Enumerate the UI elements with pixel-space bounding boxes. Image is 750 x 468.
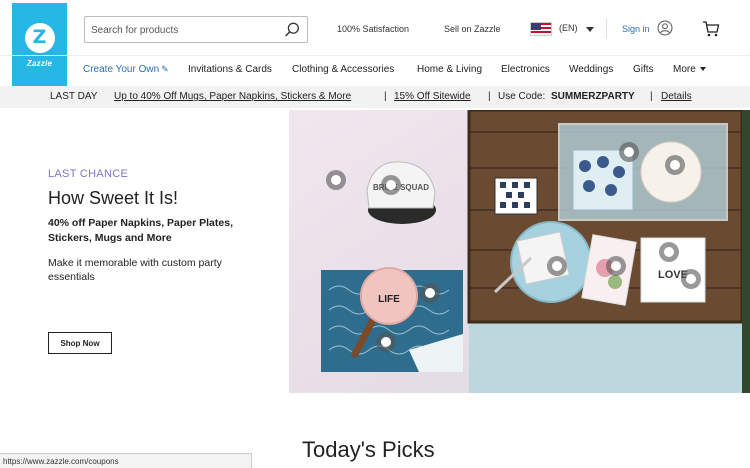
hotspot-icon[interactable]	[665, 155, 685, 175]
search-bar	[84, 16, 308, 43]
us-flag-icon[interactable]	[530, 22, 552, 36]
hotspot-icon[interactable]	[420, 283, 440, 303]
user-icon[interactable]	[657, 20, 673, 36]
party-products-photo: LOVE BRIDE SQUAD LIFE	[289, 110, 742, 393]
category-nav: Create Your Own ✎ Invitations & Cards Clo…	[0, 55, 750, 82]
hotspot-icon[interactable]	[376, 332, 396, 352]
cart-icon[interactable]	[702, 20, 720, 38]
promo-details-link[interactable]: Details	[661, 91, 692, 102]
promo-code: SUMMERZPARTY	[551, 91, 635, 102]
hero-subtitle: 40% off Paper Napkins, Paper Plates, Sti…	[48, 217, 233, 244]
hotspot-icon[interactable]	[606, 256, 626, 276]
search-input[interactable]	[91, 21, 281, 39]
nav-gifts[interactable]: Gifts	[633, 64, 654, 75]
hotspot-icon[interactable]	[681, 269, 701, 289]
sell-link[interactable]: Sell on Zazzle	[444, 24, 501, 34]
section-title: Today's Picks	[302, 437, 435, 462]
promo-offer-link[interactable]: Up to 40% Off Mugs, Paper Napkins, Stick…	[114, 91, 351, 102]
nav-create-your-own[interactable]: Create Your Own ✎	[83, 64, 169, 75]
hotspot-icon[interactable]	[659, 242, 679, 262]
promo-code-label: Use Code:	[498, 91, 546, 102]
promo-separator: |	[384, 91, 387, 102]
logo-mark: Z	[24, 22, 55, 53]
hotspot-icon[interactable]	[326, 170, 346, 190]
nav-more[interactable]: More	[673, 64, 706, 75]
hero-copy: LAST CHANCE How Sweet It Is! 40% off Pap…	[0, 110, 289, 393]
promo-last-day: LAST DAY	[50, 91, 98, 102]
nav-weddings[interactable]: Weddings	[569, 64, 613, 75]
promo-separator: |	[488, 91, 491, 102]
hotspot-icon[interactable]	[381, 175, 401, 195]
nav-electronics[interactable]: Electronics	[501, 64, 550, 75]
hero-edge	[742, 110, 750, 393]
sign-in-link[interactable]: Sign in	[622, 24, 650, 34]
hotspot-icon[interactable]	[619, 142, 639, 162]
search-icon[interactable]	[283, 21, 301, 39]
pencil-icon: ✎	[161, 64, 169, 74]
promo-sitewide-link[interactable]: 15% Off Sitewide	[394, 91, 471, 102]
hero-body: Make it memorable with custom party esse…	[48, 257, 222, 283]
chevron-down-icon	[699, 67, 706, 72]
hero-title: How Sweet It Is!	[48, 188, 179, 208]
hero-image[interactable]: LOVE BRIDE SQUAD LIFE	[289, 110, 742, 393]
header-divider	[606, 19, 607, 39]
paddle-label: LIFE	[378, 294, 400, 305]
hotspot-icon[interactable]	[547, 256, 567, 276]
nav-clothing-accessories[interactable]: Clothing & Accessories	[292, 64, 394, 75]
hero-eyebrow: LAST CHANCE	[48, 168, 129, 180]
nav-invitations-cards[interactable]: Invitations & Cards	[188, 64, 272, 75]
nav-home-living[interactable]: Home & Living	[417, 64, 482, 75]
satisfaction-link[interactable]: 100% Satisfaction	[337, 24, 409, 34]
browser-status-url: https://www.zazzle.com/coupons	[0, 453, 252, 468]
promo-separator: |	[650, 91, 653, 102]
shop-now-button[interactable]: Shop Now	[48, 332, 112, 354]
chevron-down-icon[interactable]	[586, 27, 594, 32]
promo-bar: LAST DAY Up to 40% Off Mugs, Paper Napki…	[0, 86, 750, 108]
language-selector[interactable]: (EN)	[559, 23, 578, 33]
